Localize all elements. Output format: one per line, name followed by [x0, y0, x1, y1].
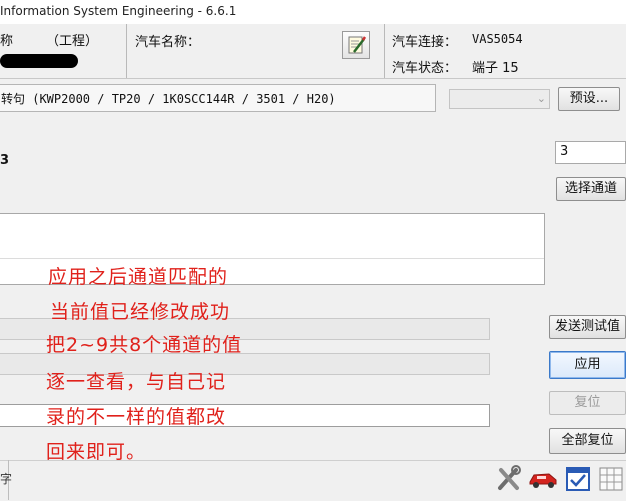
- tools-icon[interactable]: [496, 464, 522, 492]
- status-label: 汽车状态：: [392, 61, 458, 76]
- status-text: 字: [0, 472, 13, 486]
- protocol-text: 转句 (KWP2000 / TP20 / 1K0SCC144R / 3501 /…: [1, 92, 336, 106]
- reset-button[interactable]: 复位: [549, 391, 626, 415]
- channel-input[interactable]: 3: [555, 141, 626, 164]
- annotation-line: 当前值已经修改成功: [50, 301, 231, 323]
- annotation-line: 把2~9共8个通道的值: [46, 334, 243, 356]
- redacted-text: [0, 54, 78, 68]
- checkbox-icon[interactable]: [565, 466, 591, 492]
- title-bar: Information System Engineering - 6.6.1: [0, 0, 626, 25]
- divider: [126, 24, 127, 78]
- info-left-label: 称: [0, 34, 14, 49]
- annotation-line: 录的不一样的值都改: [46, 406, 227, 428]
- annotation-line: 逐一查看，与自己记: [46, 371, 227, 393]
- status-value: 端子 15: [472, 61, 519, 76]
- chevron-down-icon: ⌄: [536, 92, 546, 105]
- table-row-divider: [0, 258, 544, 259]
- divider: [384, 24, 385, 78]
- preset-select[interactable]: ⌄: [449, 89, 550, 109]
- send-test-value-button[interactable]: 发送测试值: [549, 315, 626, 339]
- window-title: Information System Engineering - 6.6.1: [0, 4, 237, 18]
- select-channel-button[interactable]: 选择通道: [556, 177, 626, 201]
- info-left-suffix: （工程）: [46, 34, 99, 49]
- connection-label: 汽车连接：: [392, 35, 458, 50]
- protocol-bar: 转句 (KWP2000 / TP20 / 1K0SCC144R / 3501 /…: [0, 84, 436, 112]
- channel-number: 3: [0, 153, 10, 168]
- vehicle-name-label: 汽车名称：: [135, 35, 201, 50]
- annotation-line: 应用之后通道匹配的: [48, 266, 229, 288]
- apply-button[interactable]: 应用: [549, 351, 626, 379]
- reset-all-button[interactable]: 全部复位: [549, 428, 626, 454]
- connection-value: VAS5054: [472, 32, 523, 46]
- preset-button[interactable]: 预设...: [558, 87, 620, 111]
- edit-button[interactable]: [342, 31, 370, 59]
- grid-icon[interactable]: [598, 466, 624, 492]
- edit-note-icon: [348, 36, 367, 54]
- car-icon[interactable]: [527, 466, 559, 490]
